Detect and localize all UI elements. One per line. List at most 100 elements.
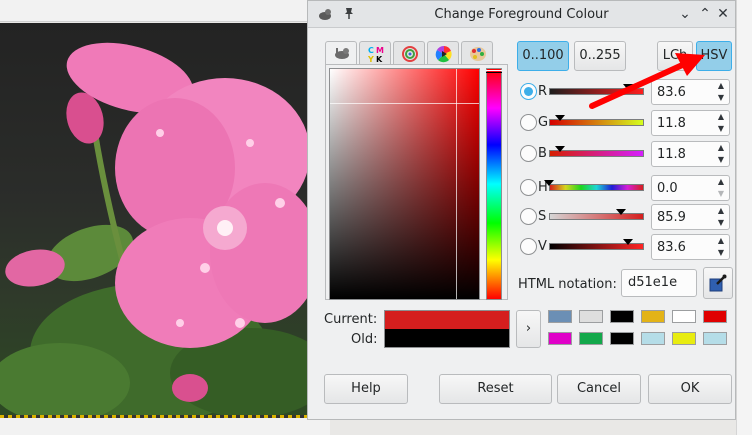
side-panel-edge	[736, 0, 752, 435]
history-swatch[interactable]	[672, 310, 696, 323]
channel-v-radio[interactable]	[520, 238, 537, 255]
channel-r-spinbox[interactable]: 83.6 ▲ ▼	[651, 79, 730, 105]
channel-h-spinbox[interactable]: 0.0 ▲ ▼	[651, 175, 730, 201]
history-swatch[interactable]	[548, 332, 572, 345]
channel-s-radio[interactable]	[520, 208, 537, 225]
channel-row-r: R 83.6 ▲ ▼	[520, 79, 730, 105]
channel-row-v: V 83.6 ▲ ▼	[520, 234, 730, 260]
chevron-down-icon[interactable]: ▼	[713, 123, 729, 135]
add-to-history-button[interactable]: ›	[516, 310, 541, 348]
chevron-up-icon[interactable]: ▲	[713, 176, 729, 188]
titlebar: Change Foreground Colour ⌄ ⌃ ✕	[308, 1, 735, 28]
channel-v-thumb[interactable]	[623, 239, 633, 245]
channel-s-value[interactable]: 85.9	[657, 210, 686, 225]
channel-h-thumb[interactable]	[544, 180, 554, 186]
chevron-up-icon[interactable]: ▲	[713, 235, 729, 247]
channel-g-value[interactable]: 11.8	[657, 116, 686, 131]
palette-icon	[470, 47, 486, 61]
chevron-up-icon[interactable]: ▲	[713, 80, 729, 92]
tab-cmyk[interactable]: C M Y K	[359, 41, 391, 65]
channel-v-spinbox[interactable]: 83.6 ▲ ▼	[651, 234, 730, 260]
flower-photo	[0, 23, 310, 417]
history-swatch[interactable]	[672, 332, 696, 345]
channel-r-value[interactable]: 83.6	[657, 85, 686, 100]
hsv-button[interactable]: HSV	[696, 41, 732, 71]
chevron-down-icon[interactable]: ▼	[713, 217, 729, 229]
html-notation-label: HTML notation:	[518, 277, 617, 292]
channel-g-radio[interactable]	[520, 114, 537, 131]
channel-b-spinbox[interactable]: 11.8 ▲ ▼	[651, 141, 730, 167]
channel-v-value[interactable]: 83.6	[657, 240, 686, 255]
cancel-button[interactable]: Cancel	[557, 374, 641, 404]
old-colour-swatch[interactable]	[384, 329, 510, 348]
channel-h-slider[interactable]	[549, 184, 644, 191]
chevron-down-icon[interactable]: ▼	[713, 92, 729, 104]
channel-row-h: H 0.0 ▲ ▼	[520, 175, 730, 201]
channel-r-thumb[interactable]	[623, 84, 633, 90]
history-swatch[interactable]	[703, 310, 727, 323]
history-swatch[interactable]	[610, 332, 634, 345]
chevron-down-icon[interactable]: ▼	[713, 188, 729, 200]
range-0-100-button[interactable]: 0..100	[517, 41, 569, 71]
chevron-up-icon[interactable]: ▲	[713, 205, 729, 217]
channel-b-value[interactable]: 11.8	[657, 147, 686, 162]
dialog-title: Change Foreground Colour	[434, 7, 609, 22]
tab-gimp-selector[interactable]	[325, 41, 357, 66]
chevron-down-icon[interactable]: ▼	[713, 154, 729, 166]
channel-s-slider[interactable]	[549, 213, 644, 220]
colour-picker-area	[325, 64, 508, 300]
svg-text:M: M	[376, 46, 384, 55]
channel-h-value[interactable]: 0.0	[657, 181, 678, 196]
svg-text:K: K	[376, 55, 383, 63]
tab-watercolor[interactable]	[393, 41, 425, 65]
history-swatch[interactable]	[579, 332, 603, 345]
channel-row-b: B 11.8 ▲ ▼	[520, 141, 730, 167]
close-icon[interactable]: ✕	[712, 4, 734, 24]
hue-marker[interactable]	[486, 70, 502, 73]
canvas-ruler-area	[0, 0, 330, 22]
history-swatch[interactable]	[579, 310, 603, 323]
chevron-up-icon[interactable]: ▲	[713, 111, 729, 123]
channel-row-s: S 85.9 ▲ ▼	[520, 204, 730, 230]
eyedropper-icon	[709, 274, 727, 292]
html-notation-input[interactable]: d51e1e	[621, 269, 697, 297]
ok-button[interactable]: OK	[648, 374, 732, 404]
history-swatch[interactable]	[641, 310, 665, 323]
channel-s-thumb[interactable]	[616, 209, 626, 215]
channel-b-radio[interactable]	[520, 145, 537, 162]
chevron-right-icon: ›	[525, 321, 532, 336]
canvas-bottom-area	[0, 418, 330, 435]
tab-wheel[interactable]	[427, 41, 459, 65]
history-swatch[interactable]	[610, 310, 634, 323]
channel-r-label: R	[538, 84, 548, 99]
reset-button[interactable]: Reset	[439, 374, 552, 404]
channel-r-radio[interactable]	[520, 83, 537, 100]
lch-button[interactable]: LCh	[657, 41, 693, 71]
svg-text:Y: Y	[367, 55, 374, 63]
chevron-down-icon[interactable]: ▼	[713, 247, 729, 259]
channel-b-thumb[interactable]	[555, 146, 565, 152]
old-label: Old:	[351, 332, 378, 347]
watercolor-icon	[402, 46, 418, 62]
channel-h-radio[interactable]	[520, 179, 537, 196]
help-button[interactable]: Help	[324, 374, 408, 404]
colour-selector-tabs: C M Y K	[325, 41, 501, 66]
history-swatch[interactable]	[703, 332, 727, 345]
colour-wheel-icon	[435, 45, 452, 63]
channel-g-spinbox[interactable]: 11.8 ▲ ▼	[651, 110, 730, 136]
history-swatch[interactable]	[641, 332, 665, 345]
eyedropper-button[interactable]	[703, 267, 733, 299]
cmyk-icon: C M Y K	[367, 46, 384, 63]
channel-g-thumb[interactable]	[555, 115, 565, 121]
channel-s-spinbox[interactable]: 85.9 ▲ ▼	[651, 204, 730, 230]
current-label: Current:	[324, 312, 378, 327]
chevron-down-icon[interactable]: ⌄	[674, 4, 696, 24]
chevron-up-icon[interactable]: ▲	[713, 142, 729, 154]
channel-v-label: V	[538, 239, 547, 254]
current-colour-swatch	[384, 310, 510, 329]
range-0-255-button[interactable]: 0..255	[574, 41, 626, 71]
history-swatch[interactable]	[548, 310, 572, 323]
hue-strip[interactable]	[486, 68, 502, 300]
tab-palette[interactable]	[461, 41, 493, 65]
change-foreground-colour-dialog: Change Foreground Colour ⌄ ⌃ ✕ C M Y K 0…	[307, 0, 736, 420]
